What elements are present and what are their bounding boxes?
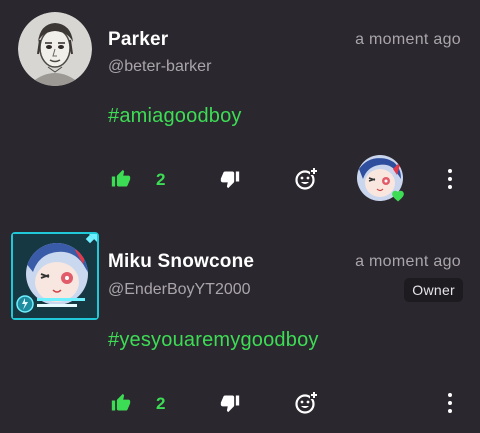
thumbs-down-icon bbox=[220, 395, 240, 413]
add-reaction-button[interactable] bbox=[293, 390, 319, 416]
comment-timestamp: a moment ago bbox=[355, 31, 461, 48]
comment-author-name[interactable]: Miku Snowcone bbox=[108, 251, 254, 273]
kebab-dot bbox=[448, 177, 452, 181]
like-count: 2 bbox=[156, 394, 166, 413]
add-reaction-icon bbox=[295, 167, 318, 190]
thumbs-down-icon bbox=[220, 171, 240, 189]
like-button[interactable] bbox=[110, 392, 132, 414]
comment-author-handle[interactable]: @beter-barker bbox=[108, 58, 211, 76]
heart-icon bbox=[392, 190, 404, 202]
comment-text: #amiagoodboy bbox=[108, 105, 242, 127]
kebab-dot bbox=[448, 185, 452, 189]
like-button[interactable] bbox=[110, 168, 132, 190]
kebab-dot bbox=[448, 409, 452, 413]
avatar-frame bbox=[11, 232, 99, 320]
comment-item: Miku Snowcone @EnderBoyYT2000 a moment a… bbox=[0, 222, 480, 433]
reactor-avatar[interactable] bbox=[357, 155, 404, 202]
comment-author-name[interactable]: Parker bbox=[108, 29, 168, 51]
owner-badge: Owner bbox=[404, 278, 463, 302]
thumbs-up-icon bbox=[111, 169, 131, 187]
comment-author-handle[interactable]: @EnderBoyYT2000 bbox=[108, 281, 251, 299]
dislike-button[interactable] bbox=[219, 168, 241, 190]
more-options-button[interactable] bbox=[444, 393, 456, 413]
avatar[interactable] bbox=[18, 12, 92, 86]
like-count: 2 bbox=[156, 170, 166, 189]
more-options-button[interactable] bbox=[444, 169, 456, 189]
dislike-button[interactable] bbox=[219, 392, 241, 414]
thumbs-up-icon bbox=[111, 393, 131, 411]
kebab-dot bbox=[448, 401, 452, 405]
add-reaction-icon bbox=[295, 391, 318, 414]
kebab-dot bbox=[448, 169, 452, 173]
comment-text: #yesyouaremygoodboy bbox=[108, 329, 319, 351]
kebab-dot bbox=[448, 393, 452, 397]
comment-timestamp: a moment ago bbox=[355, 253, 461, 270]
avatar[interactable] bbox=[13, 234, 97, 318]
add-reaction-button[interactable] bbox=[293, 166, 319, 192]
comment-item: Parker @beter-barker a moment ago #amiag… bbox=[0, 0, 480, 215]
